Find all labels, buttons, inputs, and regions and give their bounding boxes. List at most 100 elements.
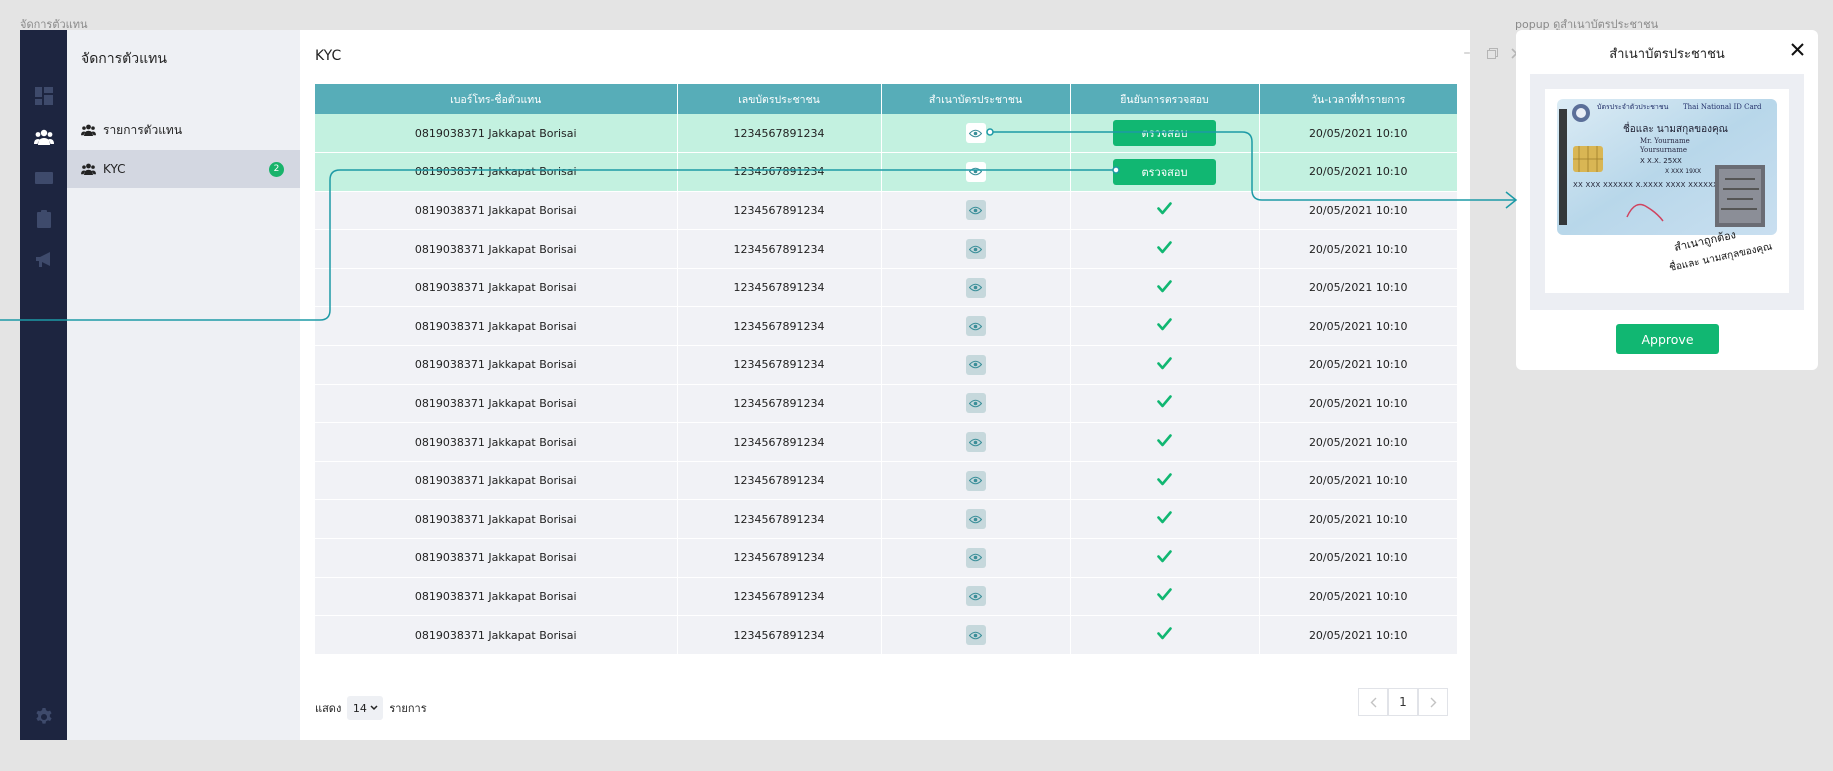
table-row: 0819038371 Jakkapat Borisai 1234567891234… [315,191,1457,231]
card-birth-en: X XXX 19XX [1665,168,1701,175]
check-icon [1157,511,1172,524]
verify-button[interactable]: ตรวจสอบ [1113,120,1216,147]
eye-icon[interactable] [965,509,986,530]
table-row: 0819038371 Jakkapat Borisai 1234567891234… [315,306,1457,347]
id-copy-cell [881,577,1071,617]
eye-icon[interactable] [965,625,986,646]
id-number-cell: 1234567891234 [677,268,882,308]
check-icon [1157,550,1172,563]
page-size-value: 14 [352,701,367,715]
eye-icon[interactable] [965,161,986,182]
subnav-item-agents[interactable]: รายการตัวแทน [67,111,300,149]
column-header[interactable]: วัน-เวลาที่ทำรายการ [1259,84,1457,114]
datetime-cell: 20/05/2021 10:10 [1259,229,1457,269]
verify-button[interactable]: ตรวจสอบ [1113,158,1216,185]
table-row: 0819038371 Jakkapat Borisai 1234567891234… [315,345,1457,385]
eye-icon[interactable] [965,547,986,568]
eye-icon[interactable] [965,393,986,414]
clipboard-icon[interactable] [20,205,67,233]
megaphone-icon[interactable] [20,246,67,274]
datetime-cell: 20/05/2021 10:10 [1259,499,1457,540]
verify-cell [1070,345,1260,385]
verify-cell [1070,577,1260,617]
verify-cell [1070,499,1260,540]
eye-icon[interactable] [965,239,986,260]
eye-icon[interactable] [965,123,986,144]
agent-name-cell: 0819038371 Jakkapat Borisai [315,152,678,192]
users-icon[interactable] [20,123,67,151]
agent-name-cell: 0819038371 Jakkapat Borisai [315,538,678,578]
main-window: จัดการตัวแทน รายการตัวแทน KYC 2 KYC – เบ… [20,30,1522,740]
verify-cell: ตรวจสอบ [1070,152,1260,192]
agent-name-cell: 0819038371 Jakkapat Borisai [315,499,678,540]
eye-icon[interactable] [965,316,986,337]
table-row: 0819038371 Jakkapat Borisai 1234567891234… [315,577,1457,617]
count-badge: 2 [269,161,284,177]
id-card-preview: บัตรประจำตัวประชาชน Thai National ID Car… [1530,74,1804,310]
show-label: แสดง [315,702,342,715]
id-copy-cell [881,422,1071,462]
id-copy-cell [881,229,1071,269]
users-icon [81,163,96,175]
subnav-item-kyc[interactable]: KYC 2 [67,150,300,188]
column-header[interactable]: เลขบัตรประชาชน [677,84,882,114]
id-copy-cell [881,268,1071,308]
id-number-cell: 1234567891234 [677,345,882,385]
id-number-cell: 1234567891234 [677,615,882,655]
verify-cell [1070,615,1260,655]
id-copy-cell [881,384,1071,424]
column-header[interactable]: ยืนยันการตรวจสอบ [1070,84,1260,114]
verify-cell: ตรวจสอบ [1070,114,1260,154]
card-icon[interactable] [20,164,67,192]
id-copy-cell [881,191,1071,231]
dashboard-icon[interactable] [20,82,67,110]
kyc-table: เบอร์โทร-ชื่อตัวแทน เลขบัตรประชาชน สำเนา… [315,84,1457,655]
agent-name-cell: 0819038371 Jakkapat Borisai [315,384,678,424]
table-row: 0819038371 Jakkapat Borisai 1234567891234… [315,499,1457,540]
minimize-icon[interactable]: – [1458,44,1476,62]
approve-button[interactable]: Approve [1616,324,1719,354]
items-label: รายการ [389,702,427,715]
id-card-frame: บัตรประจำตัวประชาชน Thai National ID Car… [1545,89,1789,293]
id-copy-cell [881,499,1071,540]
agent-name-cell: 0819038371 Jakkapat Borisai [315,577,678,617]
table-row: 0819038371 Jakkapat Borisai 1234567891234… [315,384,1457,424]
agent-name-cell: 0819038371 Jakkapat Borisai [315,268,678,308]
eye-icon[interactable] [965,354,986,375]
datetime-cell: 20/05/2021 10:10 [1259,615,1457,655]
eye-icon[interactable] [965,200,986,221]
close-icon[interactable] [1788,40,1806,58]
table-row: 0819038371 Jakkapat Borisai 1234567891234… [315,538,1457,578]
eye-icon[interactable] [965,470,986,491]
chevron-right-icon[interactable] [1418,688,1448,716]
agent-name-cell: 0819038371 Jakkapat Borisai [315,461,678,501]
column-header[interactable]: สำเนาบัตรประชาชน [881,84,1071,114]
main-content: KYC – เบอร์โทร-ชื่อตัวแทน เลขบัตรประชาชน… [300,30,1522,740]
verify-cell [1070,538,1260,578]
chevron-left-icon[interactable] [1358,688,1388,716]
card-birth-th: X X.X. 25XX [1640,157,1682,165]
icon-sidebar [20,30,67,740]
page-number[interactable]: 1 [1388,688,1418,716]
datetime-cell: 20/05/2021 10:10 [1259,114,1457,154]
users-icon [81,124,96,136]
agent-name-cell: 0819038371 Jakkapat Borisai [315,229,678,269]
subnav-item-label: KYC [103,162,126,176]
page-size-select[interactable]: 14 [347,696,384,720]
id-number-cell: 1234567891234 [677,499,882,540]
subnav-title: จัดการตัวแทน [81,51,167,67]
id-copy-cell [881,615,1071,655]
verify-cell [1070,229,1260,269]
table-row: 0819038371 Jakkapat Borisai 1234567891234… [315,268,1457,308]
restore-icon[interactable] [1483,44,1501,62]
eye-icon[interactable] [965,586,986,607]
eye-icon[interactable] [965,277,986,298]
id-number-cell: 1234567891234 [677,306,882,347]
eye-icon[interactable] [965,432,986,453]
gear-icon[interactable] [20,703,67,731]
column-header[interactable]: เบอร์โทร-ชื่อตัวแทน [315,84,678,114]
id-number-cell: 1234567891234 [677,422,882,462]
verify-cell [1070,461,1260,501]
sub-navigation: จัดการตัวแทน รายการตัวแทน KYC 2 [67,30,300,740]
check-icon [1157,588,1172,601]
